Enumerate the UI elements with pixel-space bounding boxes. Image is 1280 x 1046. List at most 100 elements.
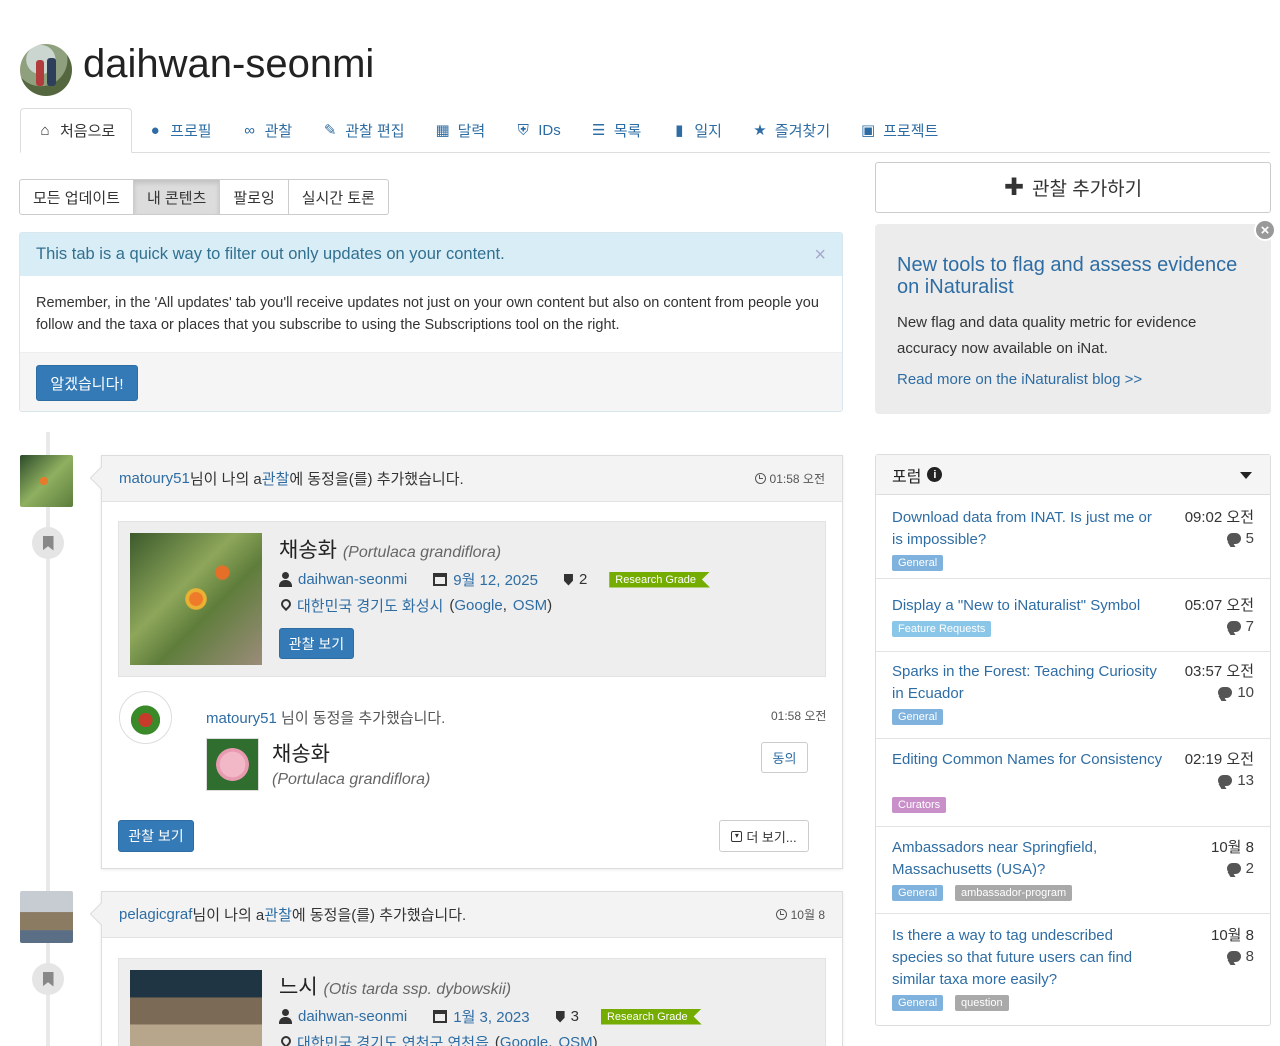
tab-profile[interactable]: ● 프로필	[132, 108, 226, 152]
filter-all-updates[interactable]: 모든 업데이트	[19, 179, 134, 215]
user-icon	[279, 572, 292, 587]
bookmark-icon[interactable]	[32, 963, 64, 995]
google-map-link[interactable]: Google	[454, 597, 502, 614]
place-link[interactable]: 대한민국 경기도 연천군 연천읍	[297, 1032, 489, 1046]
filter-live-discussion[interactable]: 실시간 토론	[288, 179, 389, 215]
observer-link[interactable]: daihwan-seonmi	[298, 1008, 407, 1025]
shield-icon: ⛨	[517, 121, 529, 139]
tab-calendar[interactable]: ▦ 달력	[420, 108, 501, 152]
forum-topic-link[interactable]: Download data from INAT. Is just me or i…	[892, 507, 1164, 551]
identification-taxon[interactable]: 채송화	[272, 738, 330, 768]
got-it-button[interactable]: 알겠습니다!	[36, 365, 138, 401]
tab-home[interactable]: ⌂ 처음으로	[20, 108, 133, 153]
news-title[interactable]: New tools to flag and assess evidence on…	[897, 254, 1249, 298]
forum-tag[interactable]: Feature Requests	[892, 621, 992, 637]
tab-lists[interactable]: ☰ 목록	[576, 108, 657, 152]
page-title: daihwan-seonmi	[83, 42, 375, 86]
add-observation-button[interactable]: ✚ 관찰 추가하기	[875, 162, 1271, 213]
identifier-avatar[interactable]	[119, 691, 172, 744]
tab-journal[interactable]: ▮ 일지	[656, 108, 737, 152]
forum-tag[interactable]: General	[892, 995, 944, 1011]
forum-tag[interactable]: Curators	[892, 797, 947, 813]
forum-topic-link[interactable]: Editing Common Names for Consistency	[892, 749, 1164, 771]
tab-favorites[interactable]: ★ 즐겨찾기	[737, 108, 845, 152]
forum-tag[interactable]: General	[892, 709, 944, 725]
forum-topic: Ambassadors near Springfield, Massachuse…	[876, 837, 1270, 914]
comments-icon	[1226, 863, 1241, 874]
forum-tag[interactable]: General	[892, 885, 944, 901]
observation-photo[interactable]	[130, 533, 262, 665]
more-button[interactable]: ▾ 더 보기...	[719, 820, 809, 852]
user-avatar[interactable]	[20, 455, 73, 507]
info-icon[interactable]: i	[927, 467, 943, 482]
news-blog-link[interactable]: Read more on the iNaturalist blog >>	[897, 371, 1249, 388]
filter-following[interactable]: 팔로잉	[220, 179, 289, 215]
clock-icon	[754, 473, 766, 484]
forum-tag[interactable]: ambassador-program	[955, 885, 1073, 901]
book-icon: ▮	[675, 122, 684, 139]
view-observation-button[interactable]: 관찰 보기	[118, 820, 194, 852]
quality-grade-badge: Research Grade	[600, 1008, 702, 1025]
forum-topic: Sparks in the Forest: Teaching Curiosity…	[876, 661, 1270, 739]
comments-icon	[1218, 775, 1233, 786]
binoculars-icon: ∞	[244, 121, 255, 139]
forum-topic-time: 10월 8	[1211, 839, 1254, 856]
forum-tag[interactable]: General	[892, 555, 944, 571]
news-panel: New tools to flag and assess evidence on…	[875, 224, 1271, 414]
clock-icon	[775, 909, 787, 920]
tab-projects[interactable]: ▣ 프로젝트	[845, 108, 953, 152]
feed-time: 10월 8	[790, 908, 825, 922]
observation-photo[interactable]	[130, 970, 262, 1046]
chevron-down-icon[interactable]	[1240, 472, 1252, 479]
news-body: New flag and data quality metric for evi…	[897, 314, 1197, 357]
forum-topic-link[interactable]: Is there a way to tag undescribed specie…	[892, 925, 1164, 991]
observation-link[interactable]: 관찰	[264, 904, 292, 925]
star-icon: ★	[753, 122, 767, 139]
forum-topic: Editing Common Names for Consistency 02:…	[876, 749, 1270, 827]
forum-topic-time: 02:19 오전	[1184, 751, 1254, 768]
comments-icon	[1226, 951, 1241, 962]
feed-user-link[interactable]: matoury51	[119, 470, 190, 487]
close-icon[interactable]: ×	[814, 244, 826, 267]
observer-link[interactable]: daihwan-seonmi	[298, 571, 407, 588]
taxon-photo[interactable]	[206, 738, 259, 791]
tab-observations[interactable]: ∞ 관찰	[227, 108, 308, 152]
taxon-name[interactable]: 느시 (Otis tarda ssp. dybowskii)	[279, 971, 511, 1001]
calendar-icon: ▦	[435, 122, 450, 139]
tab-ids[interactable]: ⛨ IDs	[500, 108, 576, 152]
user-icon: ●	[150, 121, 160, 139]
place-link[interactable]: 대한민국 경기도 화성시	[297, 595, 443, 616]
google-map-link[interactable]: Google	[500, 1034, 548, 1046]
osm-map-link[interactable]: OSM	[513, 597, 547, 614]
forum-title: 포럼	[892, 468, 922, 486]
observation-summary: 채송화 (Portulaca grandiflora) daihwan-seon…	[118, 521, 826, 677]
taxon-name[interactable]: 채송화 (Portulaca grandiflora)	[279, 534, 501, 564]
observed-date[interactable]: 9월 12, 2025	[453, 569, 538, 590]
forum-topic-link[interactable]: Ambassadors near Springfield, Massachuse…	[892, 837, 1164, 881]
forum-topic-link[interactable]: Sparks in the Forest: Teaching Curiosity…	[892, 661, 1164, 705]
user-avatar[interactable]	[20, 44, 72, 96]
identification-time: 01:58 오전	[771, 709, 827, 723]
feed-user-link[interactable]: pelagicgraf	[119, 906, 192, 923]
forum-topic-link[interactable]: Display a "New to iNaturalist" Symbol	[892, 595, 1164, 617]
agree-button[interactable]: 동의	[761, 742, 808, 773]
identifier-link[interactable]: matoury51	[206, 710, 277, 727]
filter-my-content[interactable]: 내 콘텐츠	[133, 179, 221, 215]
observation-link[interactable]: 관찰	[262, 468, 290, 489]
location-pin-icon	[281, 1036, 291, 1046]
comments-icon	[1218, 687, 1233, 698]
osm-map-link[interactable]: OSM	[558, 1034, 592, 1046]
forum-tag[interactable]: question	[955, 995, 1009, 1011]
bookmark-icon[interactable]	[32, 527, 64, 559]
close-icon[interactable]: ×	[1254, 219, 1276, 241]
forum-topic: Download data from INAT. Is just me or i…	[876, 507, 1270, 579]
observed-date[interactable]: 1월 3, 2023	[453, 1006, 529, 1027]
user-avatar[interactable]	[20, 891, 73, 943]
feed-time: 01:58 오전	[769, 472, 825, 486]
timeline-line	[46, 432, 50, 1046]
forum-topic-time: 10월 8	[1211, 927, 1254, 944]
comments-icon	[1226, 533, 1241, 544]
notice-title: This tab is a quick way to filter out on…	[36, 245, 505, 263]
tab-edit-observations[interactable]: ✎ 관찰 편집	[307, 108, 419, 152]
view-observation-button[interactable]: 관찰 보기	[279, 628, 354, 659]
